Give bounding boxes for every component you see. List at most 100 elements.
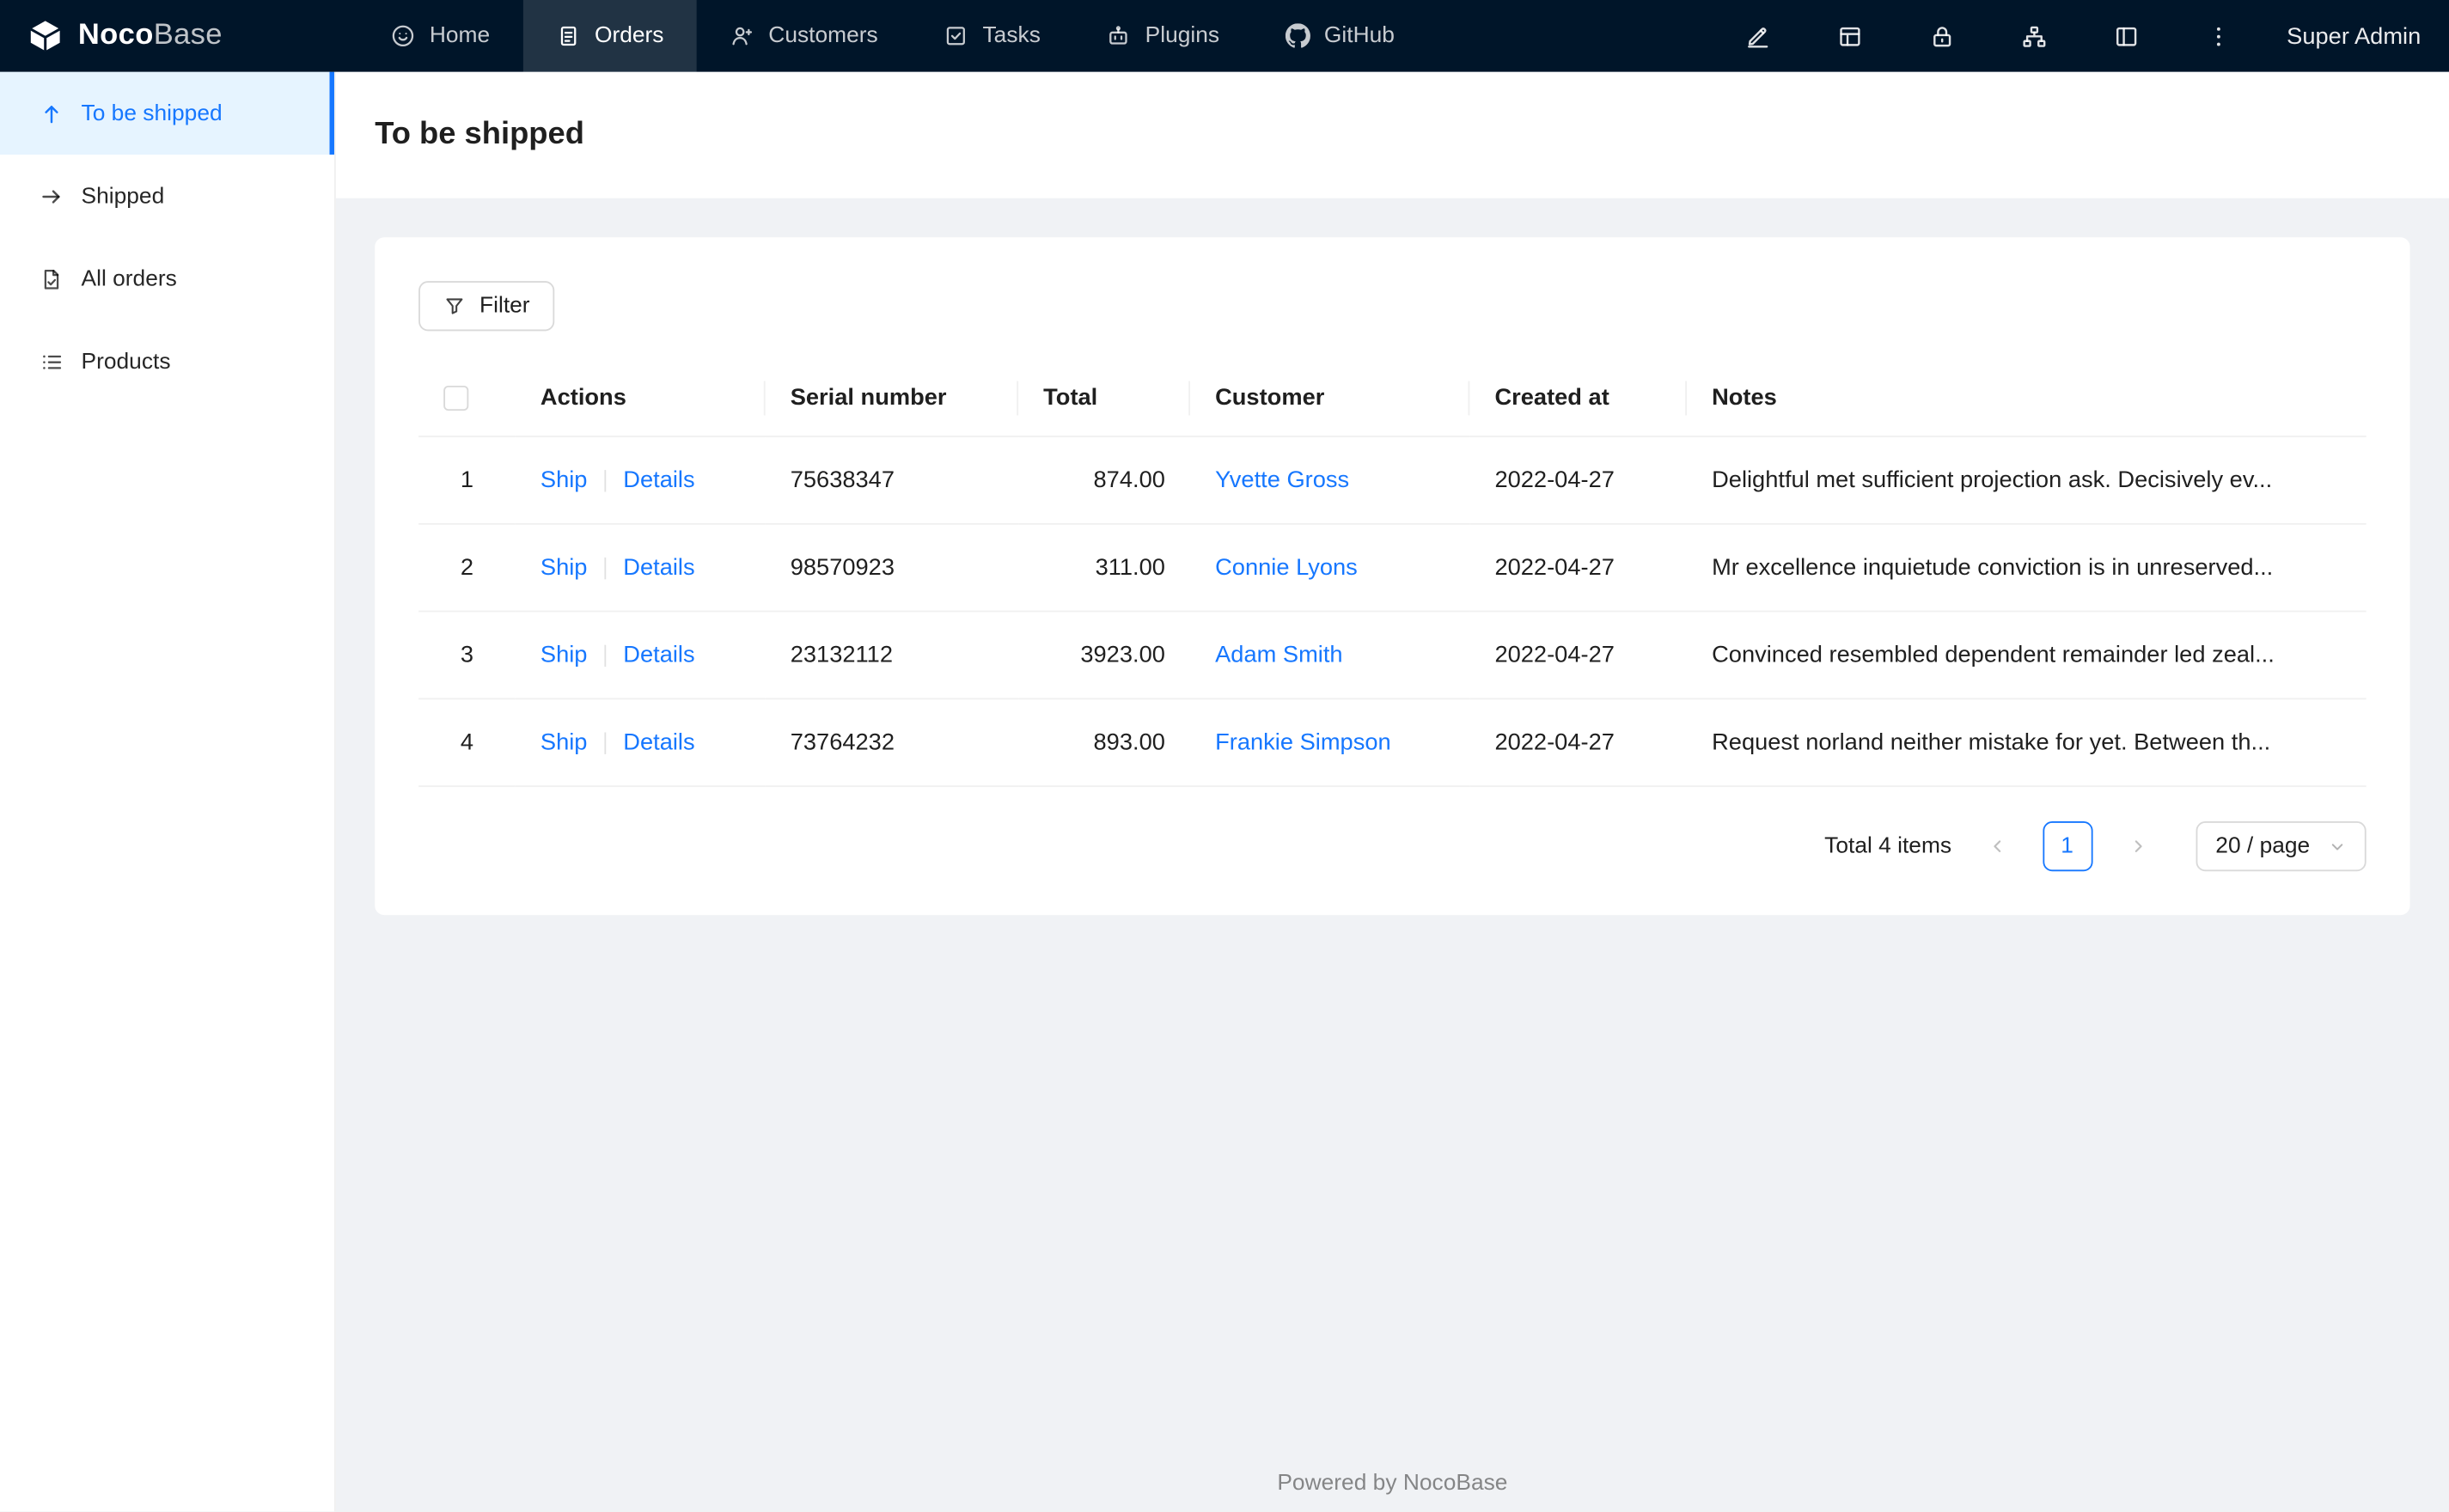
row-actions: Ship Details bbox=[540, 729, 741, 756]
nav-item-plugins[interactable]: Plugins bbox=[1073, 0, 1252, 72]
row-index: 3 bbox=[418, 611, 516, 700]
topbar-actions: Super Admin bbox=[1712, 0, 2449, 72]
more-button[interactable] bbox=[2172, 0, 2264, 72]
notes-cell: Convinced resembled dependent remainder … bbox=[1687, 611, 2367, 700]
pagination-page-1[interactable]: 1 bbox=[2042, 821, 2092, 872]
nav-item-orders[interactable]: Orders bbox=[522, 0, 697, 72]
lock-icon bbox=[1929, 22, 1956, 49]
total-cell: 311.00 bbox=[1018, 523, 1191, 613]
nav-item-label: Customers bbox=[768, 23, 878, 49]
check-square-icon bbox=[944, 23, 968, 48]
page-header: To be shipped bbox=[335, 71, 2449, 198]
orders-card: Filter Actions Serial number Total Custo… bbox=[375, 237, 2410, 916]
customer-link[interactable]: Yvette Gross bbox=[1215, 467, 1349, 494]
ship-link[interactable]: Ship bbox=[540, 467, 588, 494]
action-divider bbox=[604, 643, 607, 667]
sidebar-item-products[interactable]: Products bbox=[0, 320, 334, 403]
details-link[interactable]: Details bbox=[623, 467, 694, 494]
org-chart-button[interactable] bbox=[1988, 0, 2080, 72]
filter-button[interactable]: Filter bbox=[418, 281, 555, 332]
user-add-icon bbox=[730, 23, 754, 48]
filter-button-label: Filter bbox=[479, 293, 530, 319]
select-all-checkbox[interactable] bbox=[443, 386, 469, 412]
content-area: Filter Actions Serial number Total Custo… bbox=[335, 198, 2449, 1512]
created-cell: 2022-04-27 bbox=[1469, 523, 1688, 613]
nav-item-tasks[interactable]: Tasks bbox=[911, 0, 1073, 72]
ship-link[interactable]: Ship bbox=[540, 554, 588, 581]
ship-link[interactable]: Ship bbox=[540, 729, 588, 756]
nocobase-logo-icon bbox=[27, 17, 64, 55]
chevron-down-icon bbox=[2329, 838, 2346, 855]
created-cell: 2022-04-27 bbox=[1469, 611, 1688, 700]
nocobase-logo[interactable]: NocoBase bbox=[0, 0, 336, 72]
logo-text-secondary: Base bbox=[153, 18, 223, 52]
footer-text: Powered by NocoBase bbox=[1277, 1471, 1508, 1497]
created-cell: 2022-04-27 bbox=[1469, 698, 1688, 788]
details-link[interactable]: Details bbox=[623, 642, 694, 668]
nav-item-label: Orders bbox=[594, 23, 664, 49]
row-actions: Ship Details bbox=[540, 467, 741, 494]
list-icon bbox=[39, 349, 64, 374]
chevron-right-icon bbox=[2128, 837, 2147, 856]
grid-button[interactable] bbox=[1805, 0, 1896, 72]
nav-item-github[interactable]: GitHub bbox=[1252, 0, 1427, 72]
row-actions: Ship Details bbox=[540, 554, 741, 581]
customer-link[interactable]: Connie Lyons bbox=[1215, 554, 1358, 581]
pagination-prev-button[interactable] bbox=[1974, 823, 2021, 870]
row-actions: Ship Details bbox=[540, 642, 741, 668]
notes-cell: Mr excellence inquietude conviction is i… bbox=[1687, 523, 2367, 613]
highlighter-button[interactable] bbox=[1712, 0, 1804, 72]
clipboard-icon bbox=[555, 23, 580, 48]
layout-panel-button[interactable] bbox=[2080, 0, 2172, 72]
customer-link[interactable]: Frankie Simpson bbox=[1215, 729, 1391, 756]
funnel-icon bbox=[443, 296, 465, 317]
layout-panel-icon bbox=[2113, 22, 2140, 49]
row-index: 2 bbox=[418, 523, 516, 613]
sidebar-item-shipped[interactable]: Shipped bbox=[0, 155, 334, 237]
sidebar: To be shipped Shipped All orders Product… bbox=[0, 71, 336, 1512]
column-header-customer: Customer bbox=[1190, 359, 1470, 437]
user-menu[interactable]: Super Admin bbox=[2287, 22, 2421, 49]
table-row: 2 Ship Details 98570923 311.00 Connie Lyo… bbox=[418, 523, 2367, 613]
column-header-notes: Notes bbox=[1687, 359, 2367, 437]
robot-icon bbox=[1106, 23, 1131, 48]
table-row: 1 Ship Details 75638347 874.00 Yvette Gro… bbox=[418, 436, 2367, 525]
org-chart-icon bbox=[2021, 22, 2048, 49]
pagination-total: Total 4 items bbox=[1824, 833, 1952, 859]
pagination: Total 4 items 1 20 / page bbox=[418, 787, 2367, 872]
table-row: 3 Ship Details 23132112 3923.00 Adam Smit… bbox=[418, 611, 2367, 700]
page-title: To be shipped bbox=[375, 117, 584, 152]
topbar: NocoBase Home Orders Customers Tasks Plu… bbox=[0, 0, 2449, 72]
sidebar-item-to-be-shipped[interactable]: To be shipped bbox=[0, 71, 334, 155]
nav-item-customers[interactable]: Customers bbox=[697, 0, 911, 72]
sidebar-item-all-orders[interactable]: All orders bbox=[0, 237, 334, 320]
more-vertical-icon bbox=[2206, 22, 2232, 49]
details-link[interactable]: Details bbox=[623, 729, 694, 756]
highlighter-icon bbox=[1744, 22, 1771, 49]
created-cell: 2022-04-27 bbox=[1469, 436, 1688, 525]
github-icon bbox=[1285, 23, 1310, 48]
row-index: 1 bbox=[418, 436, 516, 525]
details-link[interactable]: Details bbox=[623, 554, 694, 581]
table-row: 4 Ship Details 73764232 893.00 Frankie Si… bbox=[418, 698, 2367, 788]
orders-table: Actions Serial number Total Customer Cre… bbox=[418, 359, 2367, 788]
app-screen: NocoBase Home Orders Customers Tasks Plu… bbox=[0, 0, 2449, 1512]
nav-item-label: GitHub bbox=[1323, 23, 1395, 49]
page-size-value: 20 / page bbox=[2215, 833, 2311, 859]
ship-link[interactable]: Ship bbox=[540, 642, 588, 668]
page-size-select[interactable]: 20 / page bbox=[2195, 821, 2367, 872]
sidebar-item-label: All orders bbox=[81, 265, 177, 291]
chevron-left-icon bbox=[1988, 837, 2006, 856]
notes-cell: Delightful met sufficient projection ask… bbox=[1687, 436, 2367, 525]
nav-item-label: Tasks bbox=[982, 23, 1041, 49]
nav-item-home[interactable]: Home bbox=[357, 0, 522, 72]
grid-icon bbox=[1837, 22, 1864, 49]
customer-link[interactable]: Adam Smith bbox=[1215, 642, 1343, 668]
nav-item-label: Plugins bbox=[1145, 23, 1220, 49]
row-index: 4 bbox=[418, 698, 516, 788]
pagination-next-button[interactable] bbox=[2114, 823, 2161, 870]
arrow-right-icon bbox=[39, 184, 64, 209]
lock-button[interactable] bbox=[1896, 0, 1988, 72]
column-header-actions: Actions bbox=[515, 359, 766, 437]
file-check-icon bbox=[39, 266, 64, 291]
